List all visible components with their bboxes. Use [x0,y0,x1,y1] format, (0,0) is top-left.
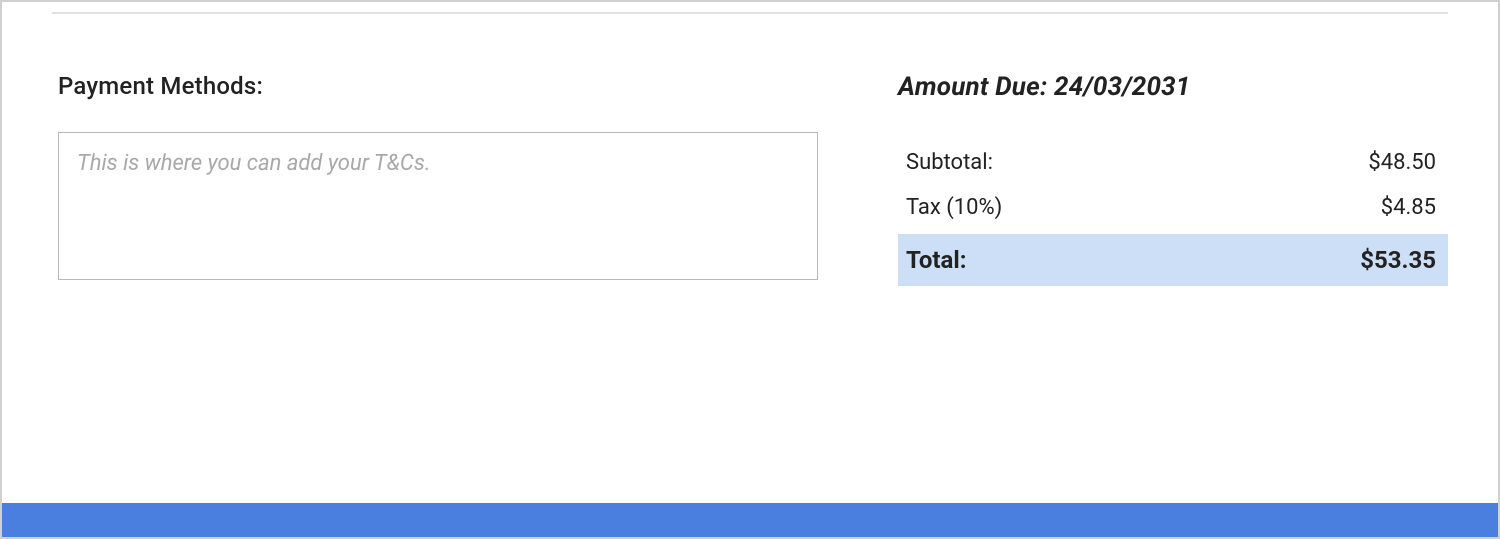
subtotal-label: Subtotal: [906,150,993,175]
content-row: Payment Methods: Amount Due: 24/03/2031 … [2,2,1498,286]
total-row: Total: $53.35 [898,234,1448,286]
tax-value: $4.85 [1381,195,1436,220]
amount-due-heading: Amount Due: 24/03/2031 [898,72,1448,102]
total-value: $53.35 [1360,246,1436,274]
terms-and-conditions-input[interactable] [58,132,818,280]
payment-methods-heading: Payment Methods: [58,72,818,100]
subtotal-value: $48.50 [1368,150,1436,175]
tax-label: Tax (10%) [906,195,1002,220]
subtotal-row: Subtotal: $48.50 [898,140,1448,185]
total-label: Total: [906,246,966,274]
footer-accent-bar [2,503,1498,537]
top-divider [52,12,1448,14]
invoice-footer-section: Payment Methods: Amount Due: 24/03/2031 … [0,0,1500,539]
amount-summary-column: Amount Due: 24/03/2031 Subtotal: $48.50 … [898,72,1448,286]
tax-row: Tax (10%) $4.85 [898,185,1448,230]
payment-methods-column: Payment Methods: [58,72,818,286]
